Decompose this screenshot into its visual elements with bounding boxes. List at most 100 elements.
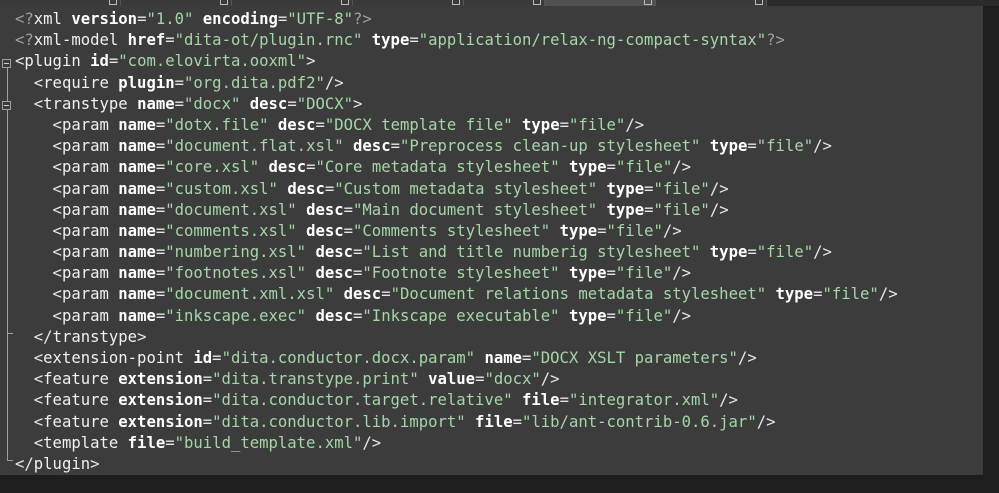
xml-attribute-value: "file" — [615, 158, 673, 177]
code-line[interactable]: <extension-point id="dita.conductor.docx… — [15, 348, 898, 369]
tab-close-icon[interactable] — [220, 0, 228, 5]
xml-punctuation — [466, 413, 475, 431]
fold-toggle-transtype-icon[interactable] — [2, 101, 11, 110]
xml-pi-delimiter: <? — [15, 31, 34, 50]
xml-source[interactable]: <?xml version="1.0" encoding="UTF-8"?> <?… — [15, 9, 898, 475]
xml-punctuation — [109, 264, 118, 282]
fold-gutter — [0, 6, 14, 475]
code-line[interactable]: <param name="document.flat.xsl" desc="Pr… — [15, 136, 898, 157]
xml-punctuation — [419, 370, 428, 388]
xml-punctuation: < — [15, 412, 44, 431]
xml-punctuation: = — [155, 264, 166, 283]
xml-punctuation: = — [559, 391, 569, 410]
code-line[interactable]: <param name="dotx.file" desc="DOCX templ… — [15, 115, 898, 136]
xml-punctuation: /> — [662, 221, 682, 240]
code-line[interactable]: <param name="numbering.xsl" desc="List a… — [15, 242, 898, 263]
code-line[interactable]: <transtype name="docx" desc="DOCX"> — [15, 94, 898, 115]
xml-attribute-value: "file" — [653, 200, 710, 219]
xml-attribute-name: extension — [118, 412, 203, 431]
xml-pi-delimiter: <? — [15, 10, 34, 28]
vertical-scrollbar[interactable] — [983, 6, 999, 475]
code-line[interactable]: <feature extension="dita.transtype.print… — [15, 369, 898, 390]
xml-punctuation — [193, 10, 202, 28]
xml-punctuation: /> — [362, 433, 382, 452]
tab-close-icon[interactable] — [644, 0, 652, 5]
code-line[interactable]: </plugin> — [15, 454, 898, 475]
xml-attribute-value: "document.xsl" — [165, 200, 297, 219]
xml-punctuation: < — [15, 137, 62, 156]
code-line[interactable]: <param name="core.xsl" desc="Core metada… — [15, 157, 898, 178]
xml-punctuation: = — [202, 370, 213, 389]
xml-punctuation: < — [15, 349, 44, 367]
xml-punctuation: = — [353, 264, 363, 283]
xml-punctuation: /> — [672, 158, 692, 177]
code-line[interactable]: <param name="document.xsl" desc="Main do… — [15, 200, 898, 221]
code-line[interactable]: <feature extension="dita.conductor.lib.i… — [15, 412, 898, 433]
tab-close-icon[interactable] — [341, 0, 349, 5]
xml-punctuation: < — [15, 221, 62, 240]
xml-attribute-name: name — [118, 306, 156, 325]
tab-close-icon[interactable] — [452, 0, 460, 5]
xml-punctuation — [297, 222, 306, 240]
xml-tag-name: param — [61, 221, 109, 240]
xml-punctuation: < — [15, 243, 62, 262]
tab-close-icon[interactable] — [109, 0, 117, 5]
xml-punctuation — [109, 285, 118, 303]
tab-close-icon[interactable] — [755, 0, 763, 5]
xml-attribute-value: "document.xml.xsl" — [165, 285, 335, 304]
xml-punctuation — [766, 285, 775, 303]
xml-punctuation: = — [343, 221, 354, 240]
xml-attribute-value: "1.0" — [146, 10, 194, 28]
code-line[interactable]: </transtype> — [15, 327, 898, 348]
xml-attribute-value: "numbering.xsl" — [165, 243, 307, 262]
code-line[interactable]: <plugin id="com.elovirta.ooxml"> — [15, 51, 898, 72]
xml-attribute-value: "build_template.xml" — [174, 433, 363, 452]
xml-attribute-value: "UTF-8" — [287, 10, 354, 28]
xml-punctuation: < — [15, 370, 44, 389]
code-editor[interactable]: <?xml version="1.0" encoding="UTF-8"?> <?… — [0, 6, 983, 475]
fold-guide-line — [7, 68, 8, 461]
fold-toggle-plugin-icon[interactable] — [2, 59, 11, 68]
xml-punctuation: < — [15, 94, 44, 113]
code-line[interactable]: <param name="document.xml.xsl" desc="Doc… — [15, 284, 898, 305]
xml-punctuation: </ — [15, 327, 53, 346]
code-line[interactable]: <param name="custom.xsl" desc="Custom me… — [15, 179, 898, 200]
xml-punctuation — [109, 391, 118, 409]
code-line[interactable]: <param name="comments.xsl" desc="Comment… — [15, 221, 898, 242]
xml-attribute-name: desc — [277, 115, 316, 134]
xml-attribute-value: "dita.conductor.target.relative" — [212, 391, 513, 410]
xml-attribute-value: "DOCX" — [296, 94, 354, 113]
code-line[interactable]: <?xml version="1.0" encoding="UTF-8"?> — [15, 9, 898, 30]
xml-tag-name: plugin — [24, 52, 81, 71]
xml-punctuation: = — [390, 137, 400, 156]
horizontal-scrollbar[interactable] — [0, 475, 999, 493]
xml-punctuation: > — [137, 327, 147, 346]
xml-attribute-value: "Document relations metadata stylesheet" — [390, 285, 767, 304]
code-line[interactable]: <?xml-model href="dita-ot/plugin.rnc" ty… — [15, 30, 898, 51]
xml-attribute-value: "org.dita.pdf2" — [184, 73, 325, 92]
xml-punctuation: = — [606, 306, 616, 325]
xml-attribute-name: file — [127, 433, 166, 452]
xml-punctuation: = — [155, 306, 166, 325]
code-line[interactable]: <feature extension="dita.conductor.targe… — [15, 390, 898, 411]
code-line[interactable]: <template file="build_template.xml"/> — [15, 433, 898, 454]
xml-punctuation: = — [155, 137, 166, 156]
xml-punctuation — [597, 180, 606, 198]
tab-close-icon[interactable] — [533, 0, 541, 5]
xml-attribute-value: "DOCX template file" — [324, 115, 513, 134]
code-line[interactable]: <param name="footnotes.xsl" desc="Footno… — [15, 263, 898, 284]
xml-attribute-name: type — [709, 137, 748, 156]
xml-attribute-name: value — [428, 370, 476, 389]
code-line[interactable]: <param name="inkscape.exec" desc="Inksca… — [15, 306, 898, 327]
xml-attribute-name: desc — [315, 306, 354, 325]
xml-punctuation: /> — [709, 200, 729, 219]
xml-punctuation: /> — [625, 115, 645, 134]
code-line[interactable]: <require plugin="org.dita.pdf2"/> — [15, 73, 898, 94]
xml-attribute-value: "file" — [756, 137, 814, 156]
xml-attribute-name: name — [118, 179, 156, 198]
xml-punctuation: = — [353, 243, 363, 262]
xml-punctuation — [560, 158, 569, 176]
xml-punctuation — [550, 222, 559, 240]
xml-attribute-name: desc — [287, 179, 325, 198]
xml-punctuation: > — [306, 52, 316, 71]
